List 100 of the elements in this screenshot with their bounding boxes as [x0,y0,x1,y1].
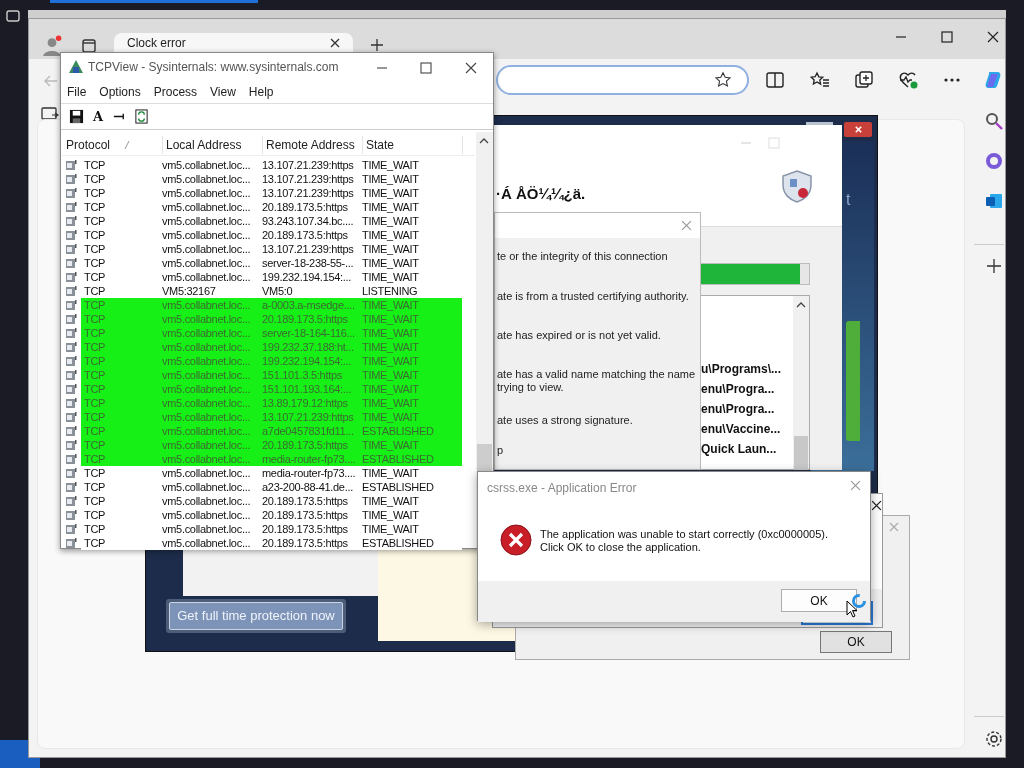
column-header[interactable]: State [366,135,395,154]
table-row[interactable]: TCP vm5.collabnet.loc... 199.232.194.154:... TIME_WAIT [81,354,462,368]
table-cell-text: TCP [83,396,107,410]
table-cell-text: 13.107.21.239:https [262,410,355,424]
maximize-icon[interactable] [420,62,432,74]
add-icon[interactable] [984,256,1004,276]
table-cell-text: TCP [83,438,107,452]
table-row[interactable]: TCP vm5.collabnet.loc... media-router-fp73.... ESTABLISHED [81,452,462,466]
table-cell-text: vm5.collabnet.loc... [162,270,252,284]
table-row[interactable]: TCP vm5.collabnet.loc... server-18-164-116... TIME_WAIT [81,326,462,340]
table-row[interactable]: TCP vm5.collabnet.loc... 199.232.37.188:ht... TIME_WAIT [81,340,462,354]
column-header[interactable]: Protocol [66,135,111,154]
table-cell-text: 20.189.173.5:https [262,508,349,522]
table-row[interactable]: TCP vm5.collabnet.loc... 20.189.173.5:https TIME_WAIT [81,312,462,326]
table-row[interactable]: TCP vm5.collabnet.loc... 13.89.179.12:https TIME_WAIT [81,396,462,410]
description-text: ate is from a trusted certifying authority. [497,290,689,303]
list-item[interactable]: Quick Laun... [701,440,809,460]
table-cell-text: TCP [83,536,107,550]
close-icon[interactable] [987,31,999,43]
close-icon[interactable] [465,62,477,74]
table-cell-text: TIME_WAIT [362,410,420,424]
table-cell-text: vm5.collabnet.loc... [162,508,252,522]
menu-item[interactable]: Options [99,83,141,101]
table-row[interactable]: TCP vm5.collabnet.loc... 151.101.3.5:https TIME_WAIT [81,368,462,382]
table-cell-text: TCP [83,522,107,536]
table-cell-text: vm5.collabnet.loc... [162,480,252,494]
table-row[interactable]: TCP vm5.collabnet.loc... a-0003.a-msedge.... TIME_WAIT [81,298,462,312]
maximize-icon[interactable] [941,31,953,43]
table-row[interactable]: TCP vm5.collabnet.loc... 20.189.173.5:https ESTABLISHED [81,536,462,550]
description-text: ate uses a strong signature. [497,414,633,427]
split-screen-icon[interactable] [765,70,785,90]
scroll-up-icon[interactable] [796,302,806,308]
menu-item[interactable]: Process [153,83,198,101]
connection-icon [65,369,77,381]
list-item[interactable]: enu\Vaccine... [701,420,809,440]
error-icon [500,524,532,556]
table-cell-text: TCP [83,186,107,200]
browser-tab[interactable]: Clock error [114,33,353,53]
table-cell-text: 20.189.173.5:https [262,522,349,536]
column-header[interactable]: Remote Address [266,135,355,154]
collections-icon[interactable] [854,70,874,90]
ring-app-icon[interactable] [984,151,1004,171]
scrollbar-thumb[interactable] [794,436,808,470]
collections-icon[interactable] [41,106,59,122]
table-cell-text: TIME_WAIT [362,242,420,256]
table-cell-text: vm5.collabnet.loc... [162,158,252,172]
table-row[interactable]: TCP vm5.collabnet.loc... 20.189.173.5:https TIME_WAIT [81,438,462,452]
settings-icon[interactable] [984,729,1004,749]
table-cell-text: TCP [83,368,107,382]
table-cell-text: TCP [83,340,107,354]
table-cell-text: TIME_WAIT [362,522,420,536]
font-button[interactable]: A [91,106,106,127]
table-row[interactable]: TCP vm5.collabnet.loc... a7de0457831fd11... ESTABLISHED [81,424,462,438]
close-button[interactable] [844,122,872,137]
ok-button[interactable]: OK [820,631,892,653]
table-cell-text: TIME_WAIT [362,214,420,228]
close-icon[interactable] [871,500,882,511]
tab-actions-icon[interactable] [81,38,97,54]
connection-icon [65,425,77,437]
heartbeat-icon[interactable] [898,70,918,90]
profile-icon[interactable] [41,35,63,57]
column-header[interactable]: Local Address [166,135,242,154]
table-cell-text: TIME_WAIT [362,438,420,452]
table-cell-text: ESTABLISHED [362,424,435,438]
table-cell-text: 13.107.21.239:https [262,172,355,186]
refresh-icon[interactable] [134,109,150,124]
save-icon[interactable] [69,109,84,124]
heading-text: ·Á ÅÖ¼¼¿ä. [496,184,586,204]
table-cell-text: TCP [83,284,107,298]
table-cell-text: TCP [83,228,107,242]
menu-item[interactable]: View [210,83,236,101]
table-cell-text: media-router-fp73.... [262,452,357,466]
menu-item[interactable]: File [67,83,87,101]
window-icon[interactable] [6,9,20,23]
menu-item[interactable]: Help [248,83,274,101]
search-icon[interactable] [984,111,1004,131]
table-cell-text: TIME_WAIT [362,494,420,508]
scroll-up-icon[interactable] [479,138,489,144]
mail-app-icon[interactable] [984,191,1004,211]
list-item[interactable]: enu\Progra... [701,400,809,420]
table-cell-text: TIME_WAIT [362,298,420,312]
table-row[interactable]: TCP vm5.collabnet.loc... 151.101.193.164:... TIME_WAIT [81,382,462,396]
table-row[interactable]: TCP vm5.collabnet.loc... 13.107.21.239:https TIME_WAIT [81,410,462,424]
list-item[interactable]: u\Programs\... [701,360,809,380]
new-tab-icon[interactable] [370,38,384,52]
copilot-icon[interactable] [983,70,1003,90]
favorites-list-icon[interactable] [810,70,830,90]
close-icon[interactable] [330,38,340,48]
list-item[interactable]: enu\Progra... [701,380,809,400]
connection-icon [65,341,77,353]
address-field[interactable] [496,65,749,95]
connection-icon [65,537,77,549]
ok-button[interactable]: OK [781,589,857,612]
connection-icon [65,187,77,199]
table-cell-text: vm5.collabnet.loc... [162,522,252,536]
favorite-star-icon[interactable] [714,71,732,89]
table-cell-text: TIME_WAIT [362,340,420,354]
table-cell-text: vm5.collabnet.loc... [162,228,252,242]
table-cell-text: TIME_WAIT [362,368,420,382]
connection-icon [65,411,77,423]
